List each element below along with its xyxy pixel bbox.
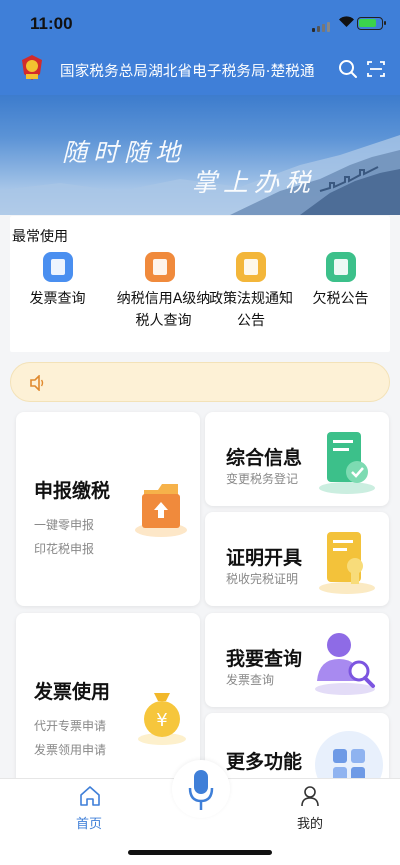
user-search-icon	[315, 633, 375, 695]
tile-subtitle: 印花税申报	[34, 542, 95, 556]
wifi-icon	[339, 16, 354, 27]
frequent-label: 最常使用	[12, 229, 68, 245]
banner-slogan-2: 掌上办税	[192, 168, 317, 197]
promo-banner[interactable]: 随时随地 掌上办税	[0, 95, 400, 215]
upload-folder-icon	[135, 484, 187, 537]
tile-title: 更多功能	[226, 751, 303, 773]
tax-arrears-icon	[325, 252, 356, 282]
tile-subtitle: 代开专票申请	[34, 719, 107, 733]
home-icon	[80, 786, 100, 806]
invoice-search-icon	[42, 252, 73, 282]
tile-title: 我要查询	[226, 648, 303, 670]
search-icon[interactable]	[338, 59, 358, 79]
frequent-item-label: 纳税信用A级纳税人查询	[116, 291, 211, 329]
tile-title: 证明开具	[226, 547, 303, 569]
status-bar: 11:00	[0, 0, 400, 46]
nav-home[interactable]: 首页	[60, 785, 120, 833]
frequent-item-credit-query[interactable]: 纳税信用A级纳税人查询	[112, 252, 210, 332]
money-bag-icon: ¥	[138, 693, 186, 745]
app-title: 国家税务总局湖北省电子税务局·楚税通	[60, 64, 315, 80]
nav-mine-label: 我的	[297, 817, 324, 832]
user-icon	[301, 786, 319, 807]
home-indicator	[128, 850, 272, 855]
frequent-item-invoice-query[interactable]: 发票查询	[10, 252, 105, 310]
frequent-item-label: 欠税公告	[312, 291, 369, 307]
tile-title: 综合信息	[226, 447, 303, 469]
tile-title: 发票使用	[34, 681, 111, 703]
frequent-item-policy[interactable]: 政策法规通知公告	[203, 252, 298, 332]
tile-general-info[interactable]: 综合信息 变更税务登记	[205, 412, 389, 506]
svg-text:¥: ¥	[156, 710, 167, 731]
certificate-icon	[319, 532, 375, 594]
notice-bar[interactable]	[10, 362, 390, 402]
frequent-item-label: 发票查询	[29, 291, 86, 307]
tile-title: 申报缴税	[34, 480, 111, 502]
tile-subtitle: 税收完税证明	[226, 572, 299, 586]
nav-mine[interactable]: 我的	[280, 785, 340, 833]
tile-certificate[interactable]: 证明开具 税收完税证明	[205, 512, 389, 606]
status-time: 11:00	[30, 14, 73, 33]
frequent-item-label: 政策法规通知公告	[209, 291, 293, 329]
frequent-item-arrears[interactable]: 欠税公告	[293, 252, 388, 310]
banner-slogan-1: 随时随地	[62, 138, 187, 167]
nav-home-label: 首页	[76, 817, 103, 832]
speaker-icon	[30, 375, 44, 391]
signal-icon	[312, 22, 330, 32]
tile-subtitle: 发票查询	[226, 673, 275, 687]
frequent-section: 最常使用 发票查询 纳税信用A级纳税人查询 政策法规通知公告 欠税公告	[10, 216, 390, 352]
microphone-icon	[188, 770, 214, 810]
voice-assistant-button[interactable]	[172, 760, 230, 818]
tile-subtitle: 变更税务登记	[226, 472, 299, 486]
announcement-icon	[235, 252, 266, 282]
tile-subtitle: 一键零申报	[34, 518, 95, 532]
scan-icon[interactable]	[366, 59, 386, 79]
top-bar: 11:00 国家税务总局湖北省电子税务局·楚税通	[0, 0, 400, 95]
credit-rating-icon	[144, 252, 175, 282]
tile-query[interactable]: 我要查询 发票查询	[205, 613, 389, 707]
battery-icon	[357, 17, 386, 30]
tile-declare-tax[interactable]: 申报缴税 一键零申报 印花税申报	[16, 412, 200, 606]
app-header: 国家税务总局湖北省电子税务局·楚税通	[0, 52, 400, 88]
tile-subtitle: 发票领用申请	[34, 743, 107, 757]
tax-bureau-logo	[22, 55, 42, 80]
document-check-icon	[319, 432, 375, 494]
